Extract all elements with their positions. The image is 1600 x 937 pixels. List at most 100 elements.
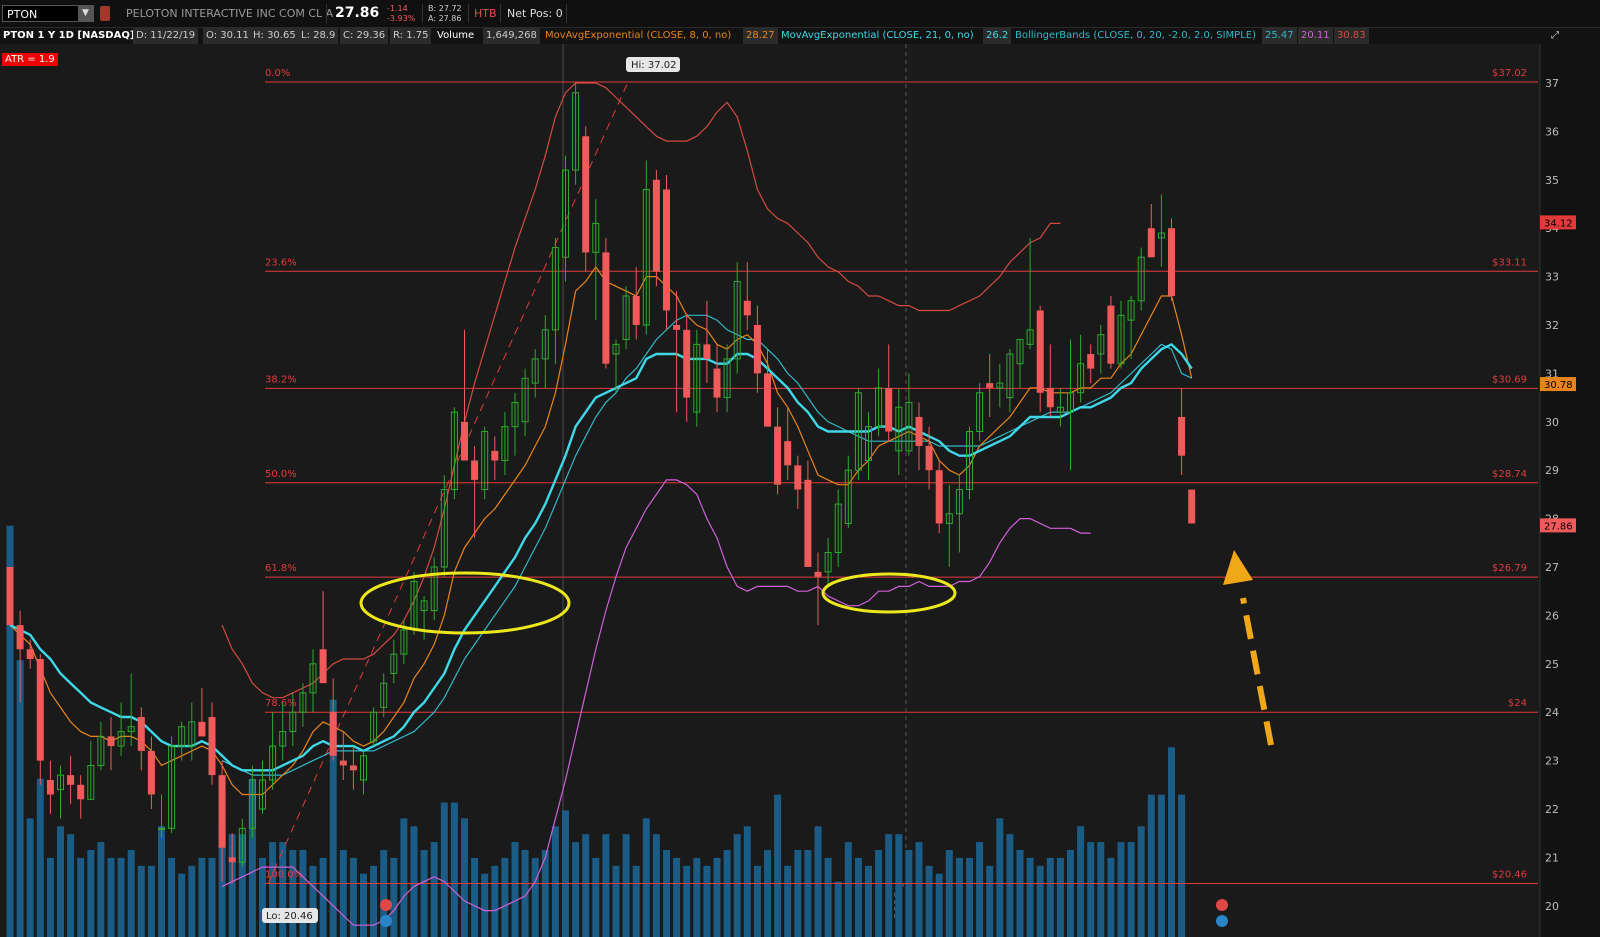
volume-bar [1077, 826, 1085, 937]
bb-upper-value: 30.83 [1334, 28, 1369, 44]
fib-price-label: $24 [1508, 698, 1527, 709]
fib-price-label: $37.02 [1492, 68, 1527, 79]
volume-value: 1,649,268 [483, 28, 540, 44]
volume-bar [794, 850, 802, 937]
price-chart[interactable]: 2019 year3736353433323130292827262524232… [0, 44, 1600, 937]
candle-body [1168, 228, 1175, 296]
dividend-marker [380, 915, 392, 927]
candle-body [743, 300, 751, 316]
candle-body [764, 373, 771, 427]
candle-body [77, 784, 85, 800]
volume-bar [966, 857, 973, 937]
volume-bar [390, 857, 398, 937]
volume-bar [77, 857, 85, 937]
price-tag-label: 27.86 [1544, 521, 1573, 532]
fib-percent-label: 78.6% [265, 698, 297, 709]
study-legend-row: PTON 1 Y 1D [NASDAQ] D: 11/22/19 O: 30.1… [0, 28, 1600, 44]
candle-body [1188, 489, 1196, 524]
y-tick-label: 26 [1545, 609, 1559, 622]
candle-body [147, 750, 155, 795]
y-tick-label: 35 [1545, 174, 1559, 187]
fib-percent-label: 38.2% [265, 374, 297, 385]
y-tick-label: 29 [1545, 464, 1559, 477]
drawing-tool-icon[interactable]: ⤢ [1548, 28, 1562, 44]
chart-background [0, 44, 1600, 937]
volume-bar [652, 834, 660, 937]
candle-body [329, 712, 337, 756]
divider [326, 4, 327, 23]
candle-body [1107, 305, 1115, 364]
volume-study-label[interactable]: Volume [434, 28, 477, 44]
volume-bar [612, 865, 620, 937]
bollinger-study-label[interactable]: BollingerBands (CLOSE, 0, 20, -2.0, 2.0,… [1012, 28, 1259, 44]
candle-body [986, 383, 994, 388]
volume-bar [955, 857, 963, 937]
candle-body [67, 775, 75, 785]
y-tick-label: 30 [1545, 416, 1559, 429]
y-tick-label: 22 [1545, 803, 1559, 816]
y-tick-label: 27 [1545, 561, 1559, 574]
volume-bar [743, 826, 751, 937]
volume-bar [97, 842, 105, 937]
y-tick-label: 36 [1545, 125, 1559, 138]
volume-bar [440, 802, 448, 937]
earnings-marker [1216, 899, 1228, 911]
volume-bar [834, 881, 842, 937]
volume-bar [1067, 850, 1074, 937]
candle-body [683, 329, 691, 398]
candle-body [26, 649, 34, 659]
candle-body [1036, 310, 1044, 393]
volume-bar [875, 850, 883, 937]
symbol-toolbar: PTON ▼ PELOTON INTERACTIVE INC COM CL A … [0, 0, 1600, 28]
candle-body [1087, 354, 1095, 369]
y-tick-label: 32 [1545, 319, 1559, 332]
percent-change: -3.93% [387, 14, 416, 23]
link-group-icon[interactable] [100, 6, 110, 21]
volume-bar [814, 826, 822, 937]
volume-bar [551, 826, 559, 937]
legend-date: D: 11/22/19 [133, 28, 199, 44]
candle-body [1147, 228, 1155, 258]
volume-bar [713, 857, 721, 937]
volume-bar [410, 826, 418, 937]
volume-bar [632, 865, 640, 937]
ema21-study-label[interactable]: MovAvgExponential (CLOSE, 21, 0, no) [778, 28, 977, 44]
legend-range: R: 1.75 [390, 28, 432, 44]
candle-body [753, 325, 761, 374]
volume-bar [996, 818, 1004, 937]
chart-title[interactable]: PTON 1 Y 1D [NASDAQ] [0, 28, 137, 44]
y-tick-label: 37 [1545, 77, 1559, 90]
volume-bar [1026, 857, 1034, 937]
dividend-marker [1216, 915, 1228, 927]
volume-bar [309, 865, 317, 937]
candle-body [915, 416, 923, 446]
volume-bar [147, 865, 155, 937]
volume-bar [895, 834, 903, 937]
candle-body [208, 717, 216, 776]
fib-percent-label: 61.8% [265, 563, 297, 574]
volume-bar [592, 857, 600, 937]
volume-bar [844, 842, 852, 937]
volume-bar [1006, 834, 1014, 937]
ema8-study-label[interactable]: MovAvgExponential (CLOSE, 8, 0, no) [542, 28, 734, 44]
volume-bar [1157, 794, 1165, 937]
price-tag-label: 34.12 [1544, 218, 1573, 229]
bb-lower-value: 20.11 [1298, 28, 1333, 44]
symbol-dropdown-icon[interactable]: ▼ [78, 6, 93, 21]
bid-price: B: 27.72 [428, 4, 462, 13]
candle-body [885, 387, 893, 432]
candle-body [673, 325, 681, 330]
fib-percent-label: 23.6% [265, 257, 297, 268]
fib-percent-label: 50.0% [265, 469, 297, 480]
volume-bar [127, 850, 135, 937]
candle-body [925, 446, 933, 471]
candle-body [461, 421, 468, 461]
volume-bar [733, 834, 741, 937]
volume-bar [137, 865, 145, 937]
volume-bar [198, 857, 206, 937]
volume-bar [663, 850, 670, 937]
divider [500, 4, 501, 23]
volume-bar [673, 857, 681, 937]
volume-bar [511, 842, 519, 937]
volume-bar [915, 842, 923, 937]
